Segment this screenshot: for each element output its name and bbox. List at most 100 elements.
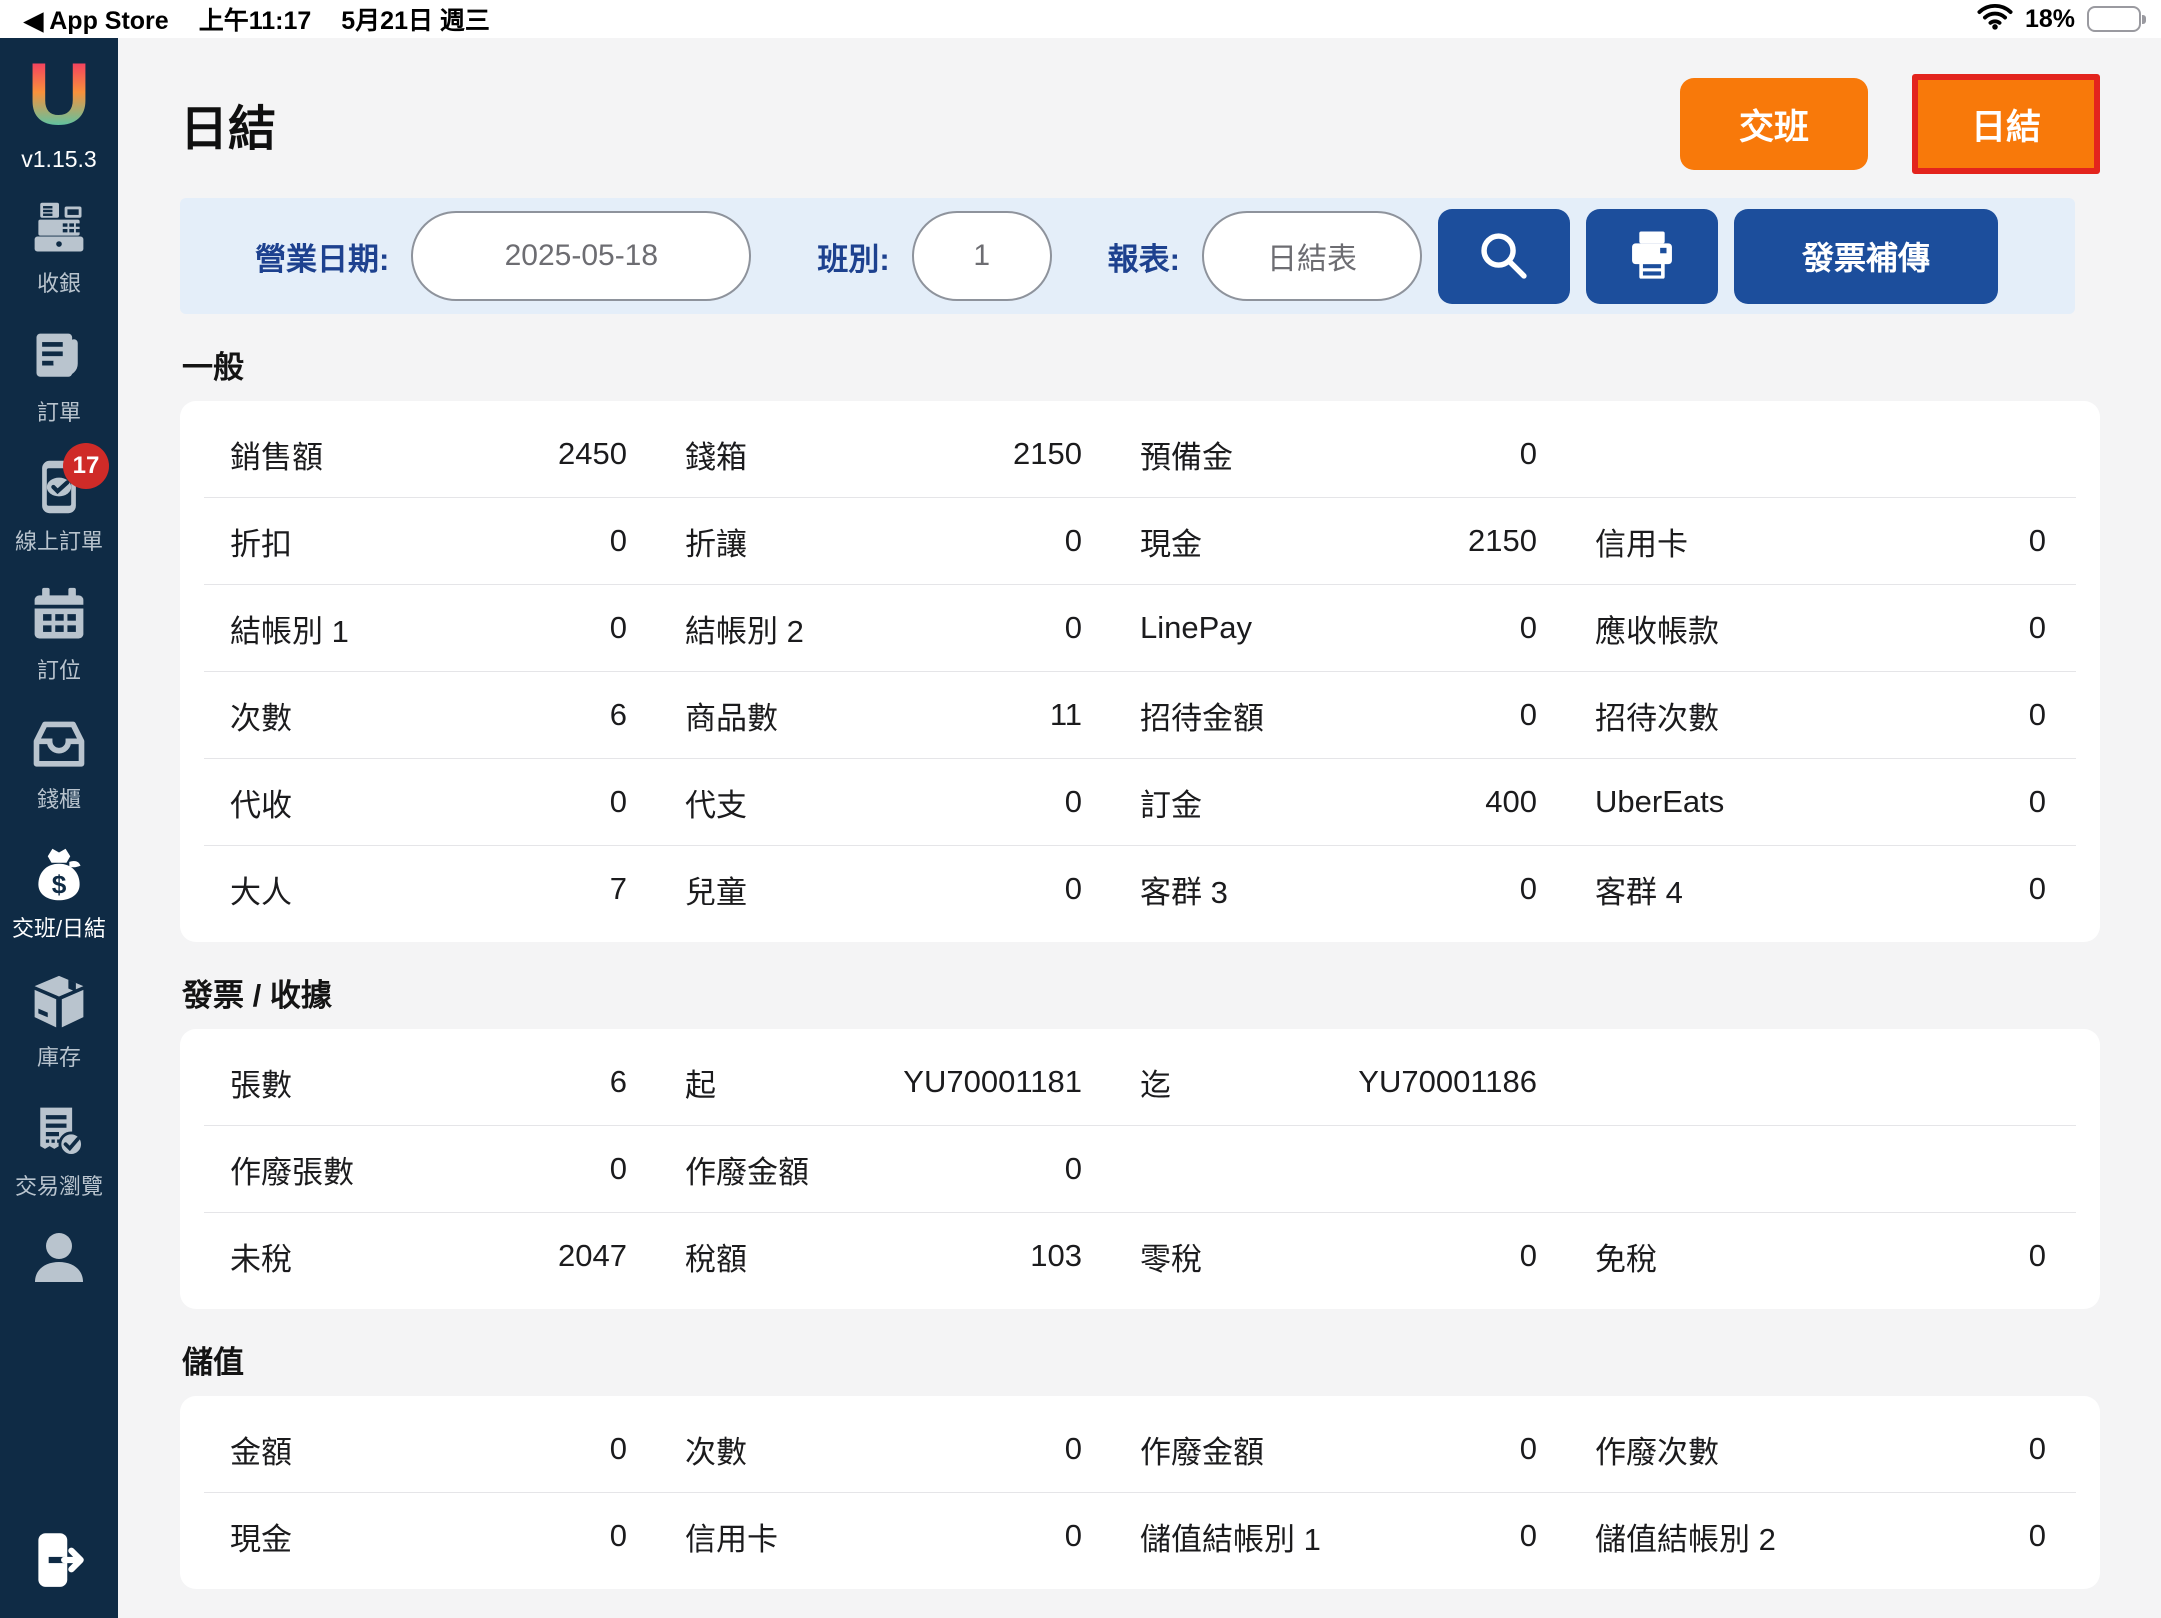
sidebar-item-reservation[interactable]: 訂位 <box>29 586 89 696</box>
stat-cell: 作廢金額 0 <box>1140 1427 1595 1472</box>
daily-settlement-button[interactable]: 日結 <box>1912 74 2100 174</box>
stat-value: 0 <box>1519 871 1537 906</box>
stat-value: 0 <box>1519 1518 1537 1553</box>
stat-label: 預備金 <box>1140 439 1233 475</box>
stat-value: YU70001186 <box>1358 1064 1537 1099</box>
stat-value: 6 <box>609 1064 627 1099</box>
stat-label: 兒童 <box>685 874 747 910</box>
stat-label: 信用卡 <box>1595 526 1688 562</box>
stat-value: 0 <box>609 784 627 819</box>
stat-cell: 迄 YU70001186 <box>1140 1060 1595 1105</box>
sidebar-item-online-orders[interactable]: 17 線上訂單 <box>15 443 109 567</box>
stat-value: 0 <box>1519 610 1537 645</box>
stat-label: 現金 <box>1140 526 1202 562</box>
stat-label: 次數 <box>230 700 292 736</box>
stat-cell: 現金 0 <box>230 1514 685 1559</box>
sidebar-item-orders[interactable]: 訂單 <box>29 328 89 438</box>
stat-label: 應收帳款 <box>1595 613 1719 649</box>
stat-label: 零稅 <box>1140 1241 1202 1277</box>
shift-label: 班別: <box>817 241 890 277</box>
stat-cell: 儲值結帳別 2 0 <box>1595 1514 2050 1559</box>
notification-badge: 17 <box>62 443 109 489</box>
stat-value: 0 <box>2028 610 2046 645</box>
stat-cell: 次數 6 <box>230 693 685 738</box>
table-row: 結帳別 1 0 結帳別 2 0 LinePay 0 應收帳款 0 <box>204 584 2076 671</box>
stat-label: 免稅 <box>1595 1241 1657 1277</box>
business-date-input[interactable]: 2025-05-18 <box>411 211 752 301</box>
main-content: 日結 交班 日結 營業日期: 2025-05-18 班別: 1 報表: 日結表 <box>118 38 2161 1618</box>
back-to-app-store-link[interactable]: ◀ App Store <box>24 6 169 36</box>
wifi-icon <box>1977 2 2013 37</box>
stat-label: 未稅 <box>230 1241 292 1277</box>
stat-cell: 金額 0 <box>230 1427 685 1472</box>
sidebar-item-label: 交易瀏覽 <box>14 1174 103 1199</box>
sidebar-item-shift-daily[interactable]: $ 交班/日結 <box>12 844 106 954</box>
report-label: 報表: <box>1107 241 1180 277</box>
stat-cell: 代支 0 <box>685 780 1140 825</box>
stat-cell: 客群 3 0 <box>1140 867 1595 912</box>
stats-sections: 一般 銷售額 2450 錢箱 2150 預備金 0 折扣 0 折讓 0 現金 2150 信用卡 0 結帳別 1… <box>180 342 2100 1589</box>
reservation-icon <box>29 586 89 646</box>
stat-label: 錢箱 <box>685 439 747 475</box>
status-bar-left: ◀ App Store 上午11:17 5月21日 週三 <box>24 1 490 37</box>
stat-label: 銷售額 <box>230 439 323 475</box>
stat-value: 400 <box>1485 784 1537 819</box>
stat-cell: 客群 4 0 <box>1595 867 2050 912</box>
stat-value: 0 <box>1519 1431 1537 1466</box>
sidebar-item-label: 錢櫃 <box>36 787 81 812</box>
stat-value: 0 <box>1064 1518 1082 1553</box>
table-row: 代收 0 代支 0 訂金 400 UberEats 0 <box>204 758 2076 845</box>
transactions-icon <box>29 1102 89 1162</box>
stat-cell: 結帳別 1 0 <box>230 606 685 651</box>
stat-value: 2150 <box>1013 436 1082 471</box>
stat-cell: 信用卡 0 <box>1595 519 2050 564</box>
sidebar-item-cash-drawer[interactable]: 錢櫃 <box>29 715 89 825</box>
stat-label: 結帳別 2 <box>685 613 804 649</box>
sidebar-item-inventory[interactable]: 庫存 <box>29 973 89 1083</box>
sidebar-item-cashier[interactable]: 收銀 <box>29 199 89 309</box>
table-row: 未稅 2047 稅額 103 零稅 0 免稅 0 <box>204 1212 2076 1299</box>
sidebar: U v1.15.3 收銀 訂單 17 線上訂單 訂位 錢櫃 $ 交班/日結 庫存… <box>0 38 118 1618</box>
user-profile-icon[interactable] <box>27 1226 91 1295</box>
online-orders-icon: 17 <box>29 443 109 517</box>
logout-button[interactable] <box>26 1527 92 1598</box>
stat-label: 現金 <box>230 1521 292 1557</box>
stat-label: 起 <box>685 1067 716 1103</box>
app-logo: U <box>27 44 91 143</box>
invoice-resend-button[interactable]: 發票補傳 <box>1733 208 1998 304</box>
stat-cell: 商品數 11 <box>685 693 1140 738</box>
stat-label: 儲值結帳別 1 <box>1140 1521 1321 1557</box>
stat-cell: 免稅 0 <box>1595 1234 2050 1279</box>
stat-cell: 結帳別 2 0 <box>685 606 1140 651</box>
battery-percent: 18% <box>2024 4 2075 33</box>
stat-cell: 折讓 0 <box>685 519 1140 564</box>
page-title: 日結 <box>180 103 277 156</box>
stat-value: 0 <box>2028 1238 2046 1273</box>
stat-label: 代支 <box>685 787 747 823</box>
stat-cell: 起 YU70001181 <box>685 1060 1140 1105</box>
shift-input[interactable]: 1 <box>911 211 1052 301</box>
sidebar-item-transactions[interactable]: 交易瀏覽 <box>15 1102 103 1212</box>
stat-value: 0 <box>1064 871 1082 906</box>
stat-cell: 次數 0 <box>685 1427 1140 1472</box>
stat-label: 作廢金額 <box>685 1154 809 1190</box>
stat-cell: 作廢次數 0 <box>1595 1427 2050 1472</box>
stat-value: 0 <box>1064 784 1082 819</box>
orders-icon <box>29 328 89 388</box>
shift-settlement-button[interactable]: 交班 <box>1680 78 1868 170</box>
print-button[interactable] <box>1585 208 1718 304</box>
stats-card: 銷售額 2450 錢箱 2150 預備金 0 折扣 0 折讓 0 現金 2150 信用卡 0 結帳別 10結… <box>180 401 2100 942</box>
stat-value: 0 <box>1519 697 1537 732</box>
stat-label: 信用卡 <box>685 1521 778 1557</box>
stats-card: 張數 6 起 YU70001181 迄 YU70001186 作廢張數 0 作廢金額 0 未稅 204… <box>180 1029 2100 1309</box>
search-button[interactable] <box>1437 208 1570 304</box>
table-row: 大人 7 兒童 0 客群 3 0 客群 4 0 <box>204 845 2076 932</box>
section-title: 儲值 <box>182 1345 244 1380</box>
status-time: 上午11:17 <box>198 7 312 35</box>
table-row: 張數 6 起 YU70001181 迄 YU70001186 <box>204 1039 2076 1125</box>
cash-drawer-icon <box>29 715 89 775</box>
filter-bar: 營業日期: 2025-05-18 班別: 1 報表: 日結表 發票補傳 <box>180 198 2075 314</box>
report-select[interactable]: 日結表 <box>1201 211 1422 301</box>
sidebar-item-label: 庫存 <box>36 1045 81 1070</box>
stat-value: 0 <box>1519 436 1537 471</box>
